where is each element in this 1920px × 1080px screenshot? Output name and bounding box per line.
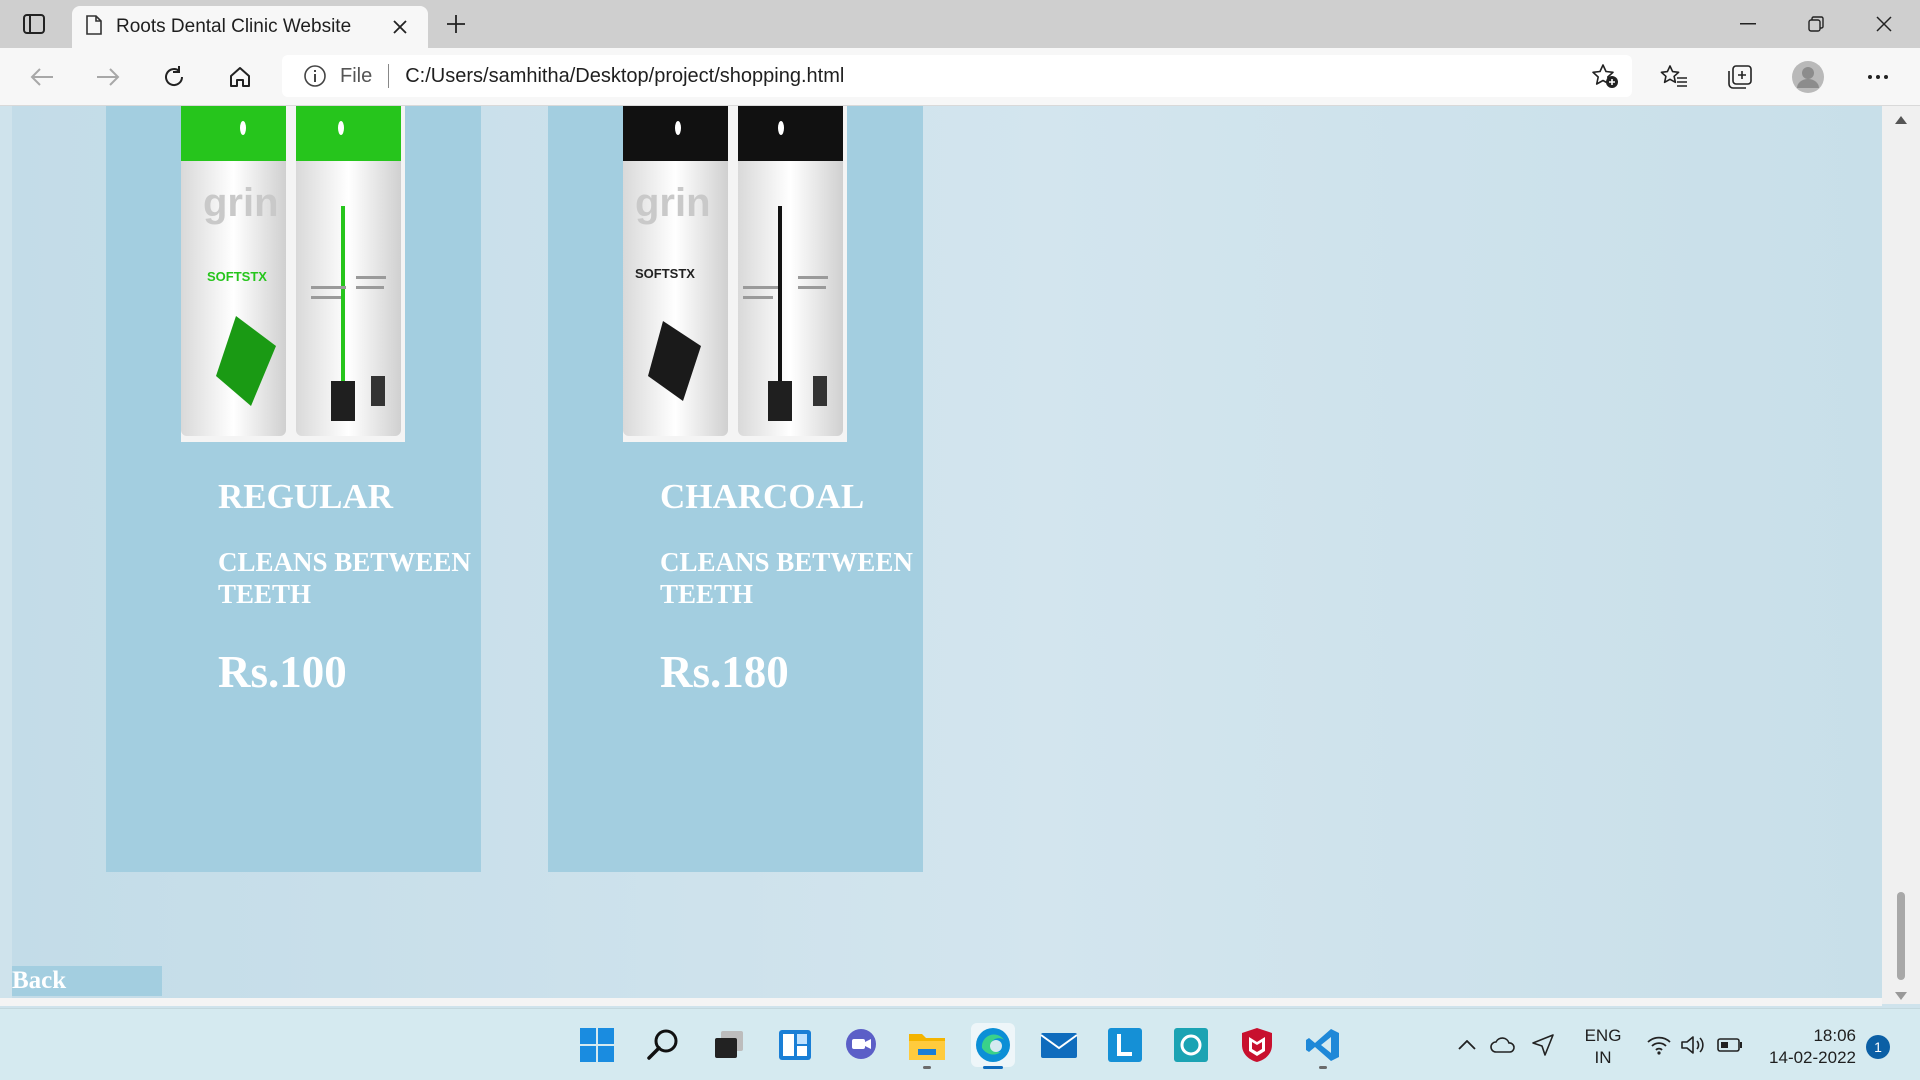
home-icon[interactable] xyxy=(220,58,260,96)
wifi-icon[interactable] xyxy=(1644,1009,1674,1080)
product-card-charcoal: grin SOFTSTX CHARCOAL CLEANS BETWEEN TEE… xyxy=(548,106,923,872)
location-icon[interactable] xyxy=(1528,1009,1558,1080)
favorites-icon[interactable] xyxy=(1654,58,1694,96)
windows-start-icon[interactable] xyxy=(575,1023,619,1067)
system-clock[interactable]: 18:06 14-02-2022 xyxy=(1756,1025,1856,1069)
widgets-icon[interactable] xyxy=(773,1023,817,1067)
page-viewport: grin SOFTSTX REGULAR CLEANS BETWEEN TEET… xyxy=(12,106,1882,998)
vertical-scrollbar[interactable] xyxy=(1882,106,1920,1004)
active-indicator xyxy=(983,1066,1003,1069)
region-code: IN xyxy=(1594,1048,1612,1067)
input-language-indicator[interactable]: ENG IN xyxy=(1578,1025,1628,1069)
collections-icon[interactable] xyxy=(1720,58,1760,96)
back-link[interactable]: Back xyxy=(12,966,162,996)
language-code: ENG xyxy=(1584,1026,1622,1045)
product-text: SOFTSTX xyxy=(635,266,695,281)
scroll-up-arrow-icon[interactable] xyxy=(1894,114,1908,126)
close-tab-icon[interactable] xyxy=(386,13,414,41)
clock-date: 14-02-2022 xyxy=(1769,1048,1856,1067)
file-explorer-icon[interactable] xyxy=(905,1023,949,1069)
product-name: REGULAR xyxy=(218,477,394,516)
brand-text: grin xyxy=(635,181,711,225)
close-window-icon[interactable] xyxy=(1850,0,1918,48)
add-favorite-icon[interactable] xyxy=(1590,62,1620,90)
address-bar[interactable]: File C:/Users/samhitha/Desktop/project/s… xyxy=(282,55,1632,97)
alexa-icon[interactable] xyxy=(1169,1023,1213,1067)
address-prefix: File xyxy=(340,64,373,87)
product-price: Rs.180 xyxy=(660,647,789,697)
refresh-icon[interactable] xyxy=(154,58,194,96)
scrollbar-thumb[interactable] xyxy=(1897,892,1905,980)
product-description: CLEANS BETWEEN TEETH xyxy=(660,547,913,609)
task-view-icon[interactable] xyxy=(707,1023,751,1067)
profile-avatar-icon[interactable] xyxy=(1788,58,1828,96)
address-separator xyxy=(388,64,390,88)
running-indicator xyxy=(1319,1066,1327,1069)
tab-strip: Roots Dental Clinic Website xyxy=(0,0,1920,48)
mail-icon[interactable] xyxy=(1037,1023,1081,1067)
page-icon xyxy=(86,14,102,40)
forward-arrow-icon[interactable] xyxy=(88,58,128,96)
tab-title: Roots Dental Clinic Website xyxy=(116,16,352,37)
product-price: Rs.100 xyxy=(218,647,347,697)
browser-tab[interactable]: Roots Dental Clinic Website xyxy=(72,6,428,48)
mcafee-icon[interactable] xyxy=(1235,1023,1279,1067)
battery-icon[interactable] xyxy=(1714,1009,1746,1080)
more-options-icon[interactable] xyxy=(1858,58,1898,96)
product-image-regular: grin SOFTSTX xyxy=(181,106,405,442)
show-hidden-icons-chevron-icon[interactable] xyxy=(1452,1009,1482,1080)
tab-actions-menu-icon[interactable] xyxy=(18,10,50,38)
restore-icon[interactable] xyxy=(1782,0,1850,48)
taskbar: ENG IN 18:06 14-02-2022 1 xyxy=(0,1008,1920,1080)
product-name: CHARCOAL xyxy=(660,477,865,516)
new-tab-icon[interactable] xyxy=(440,8,472,40)
page-bottom-edge xyxy=(0,998,1882,1006)
edge-icon[interactable] xyxy=(971,1023,1015,1069)
product-card-regular: grin SOFTSTX REGULAR CLEANS BETWEEN TEET… xyxy=(106,106,481,872)
product-text: SOFTSTX xyxy=(207,269,267,284)
browser-toolbar: File C:/Users/samhitha/Desktop/project/s… xyxy=(0,48,1920,106)
lens-app-icon[interactable] xyxy=(1103,1023,1147,1067)
volume-icon[interactable] xyxy=(1678,1009,1708,1080)
brand-text: grin xyxy=(203,181,279,225)
clock-time: 18:06 xyxy=(1813,1026,1856,1045)
minimize-icon[interactable] xyxy=(1714,0,1782,48)
search-icon[interactable] xyxy=(641,1023,685,1067)
teams-chat-icon[interactable] xyxy=(839,1023,883,1067)
vscode-icon[interactable] xyxy=(1301,1023,1345,1069)
back-arrow-icon[interactable] xyxy=(22,58,62,96)
product-description: CLEANS BETWEEN TEETH xyxy=(218,547,471,609)
running-indicator xyxy=(923,1066,931,1069)
scroll-down-arrow-icon[interactable] xyxy=(1894,990,1908,1002)
url-text[interactable]: C:/Users/samhitha/Desktop/project/shoppi… xyxy=(405,65,844,88)
product-image-charcoal: grin SOFTSTX xyxy=(623,106,847,442)
notification-badge[interactable]: 1 xyxy=(1866,1035,1890,1059)
info-icon[interactable] xyxy=(302,63,328,89)
onedrive-cloud-icon[interactable] xyxy=(1488,1009,1518,1080)
